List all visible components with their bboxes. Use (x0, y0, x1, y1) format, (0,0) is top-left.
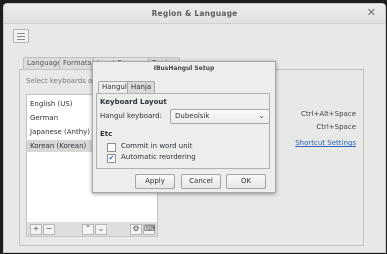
tab-hangul[interactable]: Hangul (98, 81, 131, 93)
apply-button[interactable]: Apply (135, 174, 175, 189)
menu-button[interactable] (13, 29, 29, 43)
move-down-button[interactable]: ⌄ (95, 224, 107, 235)
remove-button[interactable]: − (43, 224, 55, 235)
keyboard-layout-heading: Keyboard Layout (100, 98, 167, 106)
chevron-down-icon: ⌄ (258, 111, 265, 120)
tab-formats[interactable]: Formats (59, 57, 96, 69)
gear-icon[interactable]: ⚙ (130, 224, 142, 235)
hangul-keyboard-select[interactable]: Dubeolsik ⌄ (170, 109, 270, 124)
commit-word-unit-checkbox[interactable] (107, 143, 116, 152)
shortcut-switch-next: Ctrl+Alt+Space (301, 110, 356, 118)
hangul-keyboard-value: Dubeolsik (175, 112, 210, 120)
add-button[interactable]: + (30, 224, 42, 235)
ok-button[interactable]: OK (226, 174, 266, 189)
ibushangul-setup-dialog: IBusHangul Setup Hangul Hanja Keyboard L… (92, 61, 276, 193)
list-toolbar: + − ⌃ ⌄ ⚙ ⌨ (26, 222, 158, 237)
dialog-title: IBusHangul Setup (153, 65, 215, 72)
etc-heading: Etc (100, 130, 113, 138)
window-title: Region & Language (151, 9, 238, 18)
close-icon[interactable]: ✕ (367, 6, 376, 19)
commit-word-unit-label: Commit in word unit (121, 142, 193, 150)
hangul-keyboard-label: Hangul keyboard: (100, 112, 162, 120)
automatic-reordering-checkbox[interactable]: ✔ (107, 154, 116, 163)
menu-icon (17, 33, 25, 34)
automatic-reordering-label: Automatic reordering (121, 153, 196, 161)
tab-hanja[interactable]: Hanja (127, 81, 156, 93)
move-up-button[interactable]: ⌃ (82, 224, 94, 235)
hangul-panel: Keyboard Layout Hangul keyboard: Dubeols… (96, 93, 270, 169)
cancel-button[interactable]: Cancel (181, 174, 221, 189)
keyboard-icon[interactable]: ⌨ (143, 224, 156, 235)
shortcut-switch-prev: Ctrl+Space (316, 123, 356, 131)
title-bar: Region & Language ✕ (4, 4, 385, 24)
shortcut-settings-link[interactable]: Shortcut Settings (295, 139, 356, 147)
